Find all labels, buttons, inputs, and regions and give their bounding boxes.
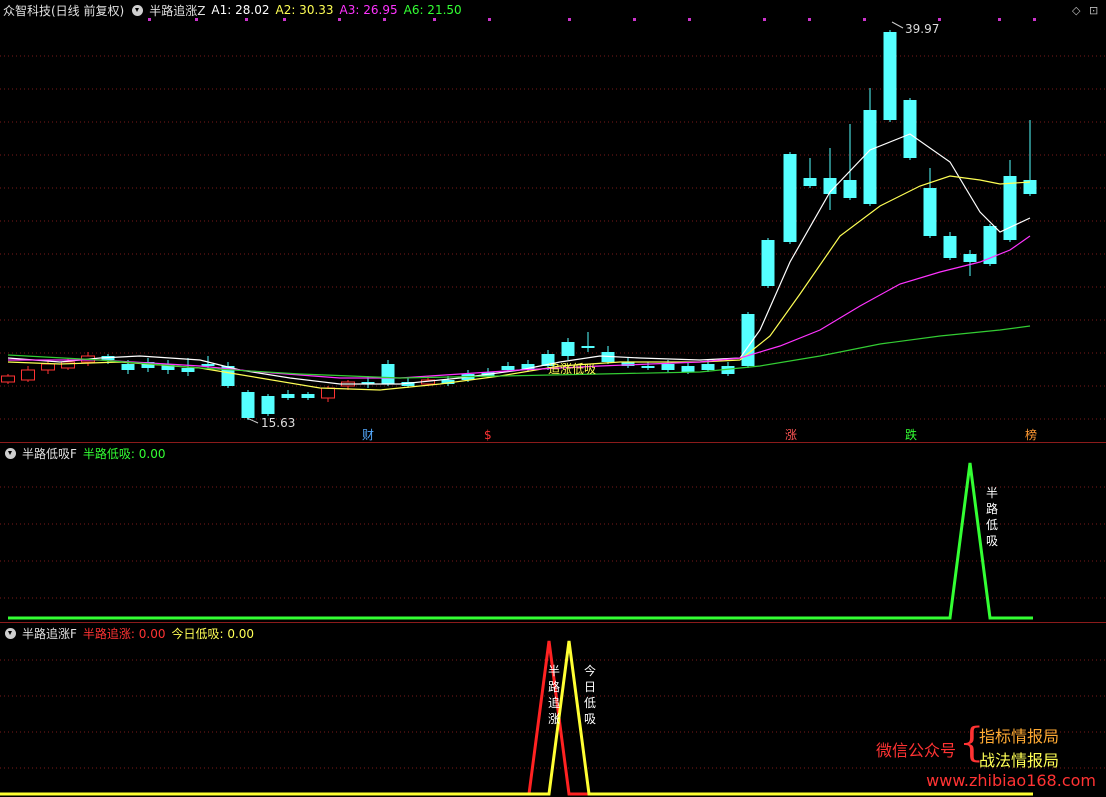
candlestick[interactable] [803,158,817,188]
low-buy-indicator-name[interactable]: 半路低吸F [22,445,77,462]
marker-dot [688,18,691,21]
candlestick[interactable] [863,88,877,206]
indicator-menu-icon[interactable] [5,627,16,639]
today-low-signal-char-2: 日 [584,680,596,694]
low-buy-signal-char-1: 半 [986,486,998,500]
candlestick[interactable] [883,30,897,122]
candlestick[interactable] [261,394,275,416]
marker-dot [283,18,286,21]
candlestick[interactable] [783,152,797,244]
ma1-line [7,133,1031,385]
marker-dot [148,18,151,21]
website-url: www.zhibiao168.com [926,771,1096,790]
candlestick[interactable] [561,338,575,360]
chase-signal-char-4: 涨 [548,711,560,726]
candlestick[interactable] [41,360,55,374]
low-buy-chart: 半 路 低 吸 [0,462,1106,620]
wechat-label: 微信公众号 [876,741,957,760]
event-marker-zhang[interactable]: 涨 [785,427,797,442]
indicator-pane-chase[interactable]: 半 路 追 涨 今 日 低 吸 半路追涨F 半路追涨: 0.00 今日低吸: 0… [0,623,1106,797]
candlestick[interactable] [641,362,655,370]
marker-dot [998,18,1001,21]
min-price-annotation: 15.63 [246,416,295,430]
candlestick[interactable] [21,366,35,382]
event-marker-bang[interactable]: 榜 [1025,427,1037,442]
event-marker-dollar[interactable]: $ [484,428,492,442]
brand-name-1: 指标情报局 [979,727,1060,746]
candlestick[interactable] [161,360,175,374]
candlestick[interactable] [301,392,315,400]
marker-dot [195,18,198,21]
chase-signal-char-1: 半 [548,664,560,678]
chase-header: 半路追涨F 半路追涨: 0.00 今日低吸: 0.00 [3,623,260,643]
low-buy-signal-char-4: 吸 [986,534,998,548]
today-low-value: 今日低吸: 0.00 [171,626,255,641]
candlestick[interactable] [1,374,15,384]
candlestick[interactable] [943,232,957,260]
event-marker-cai[interactable]: 财 [362,428,374,442]
low-buy-value: 半路低吸: 0.00 [82,446,166,461]
watermark: 微信公众号 { 指标情报局 战法情报局 www.zhibiao168.com [876,723,1096,791]
low-buy-header: 半路低吸F 半路低吸: 0.00 [3,443,171,463]
marker-dot [338,18,341,21]
marker-dot [633,18,636,21]
candlestick[interactable] [381,360,395,386]
marker-dot [863,18,866,21]
ma3-line [8,235,1031,379]
low-buy-signal-line [8,462,1033,620]
marker-dot [1033,18,1036,21]
candlestick[interactable] [1023,120,1037,196]
low-price-label: 15.63 [261,416,295,430]
svg-text:跌: 跌 [905,427,917,442]
svg-text:榜: 榜 [1025,427,1037,442]
low-buy-signal-char-3: 低 [986,518,998,532]
today-low-signal-char-1: 今 [584,663,596,678]
candlestick[interactable] [581,332,595,352]
svg-text:涨: 涨 [785,427,797,442]
svg-text:财: 财 [362,428,374,442]
candlestick[interactable] [903,98,917,160]
marker-dot [568,18,571,21]
candlestick[interactable] [843,124,857,200]
candlestick[interactable] [601,346,615,364]
today-low-signal-char-4: 吸 [584,712,596,726]
chase-signal-char-3: 追 [548,695,560,710]
event-marker-die[interactable]: 跌 [905,427,917,442]
candlestick[interactable] [923,168,937,238]
marker-dot [383,18,386,21]
candlestick[interactable] [621,358,635,368]
candlestick[interactable] [281,390,295,400]
max-price-annotation: 39.97 [891,21,939,36]
marker-dot [245,18,248,21]
today-low-signal-char-3: 低 [584,696,596,710]
brand-name-2: 战法情报局 [979,751,1060,770]
chase-value: 半路追涨: 0.00 [82,626,166,641]
indicator-pane-low-buy[interactable]: 半 路 低 吸 半路低吸F 半路低吸: 0.00 [0,443,1106,622]
candlestick[interactable] [241,390,255,420]
marker-dot [433,18,436,21]
marker-dot [763,18,766,21]
main-chart-pane[interactable]: 众智科技(日线 前复权) 半路追涨Z A1: 28.02 A2: 30.33 A… [0,0,1106,442]
indicator-menu-icon[interactable] [5,447,16,459]
marker-dot [808,18,811,21]
pattern-label: 追涨低吸 [548,361,596,376]
candlestick-chart: 39.97 15.63 追涨低吸 财 $ 涨 跌 榜 [0,18,1106,442]
chase-indicator-name[interactable]: 半路追涨F [22,625,77,642]
marker-dot [488,18,491,21]
chase-signal-char-2: 路 [548,679,560,694]
candlestick[interactable] [761,238,775,288]
svg-text:$: $ [484,428,492,442]
high-price-label: 39.97 [905,22,939,36]
low-buy-signal-char-2: 路 [986,501,998,516]
marker-dot [938,18,941,21]
